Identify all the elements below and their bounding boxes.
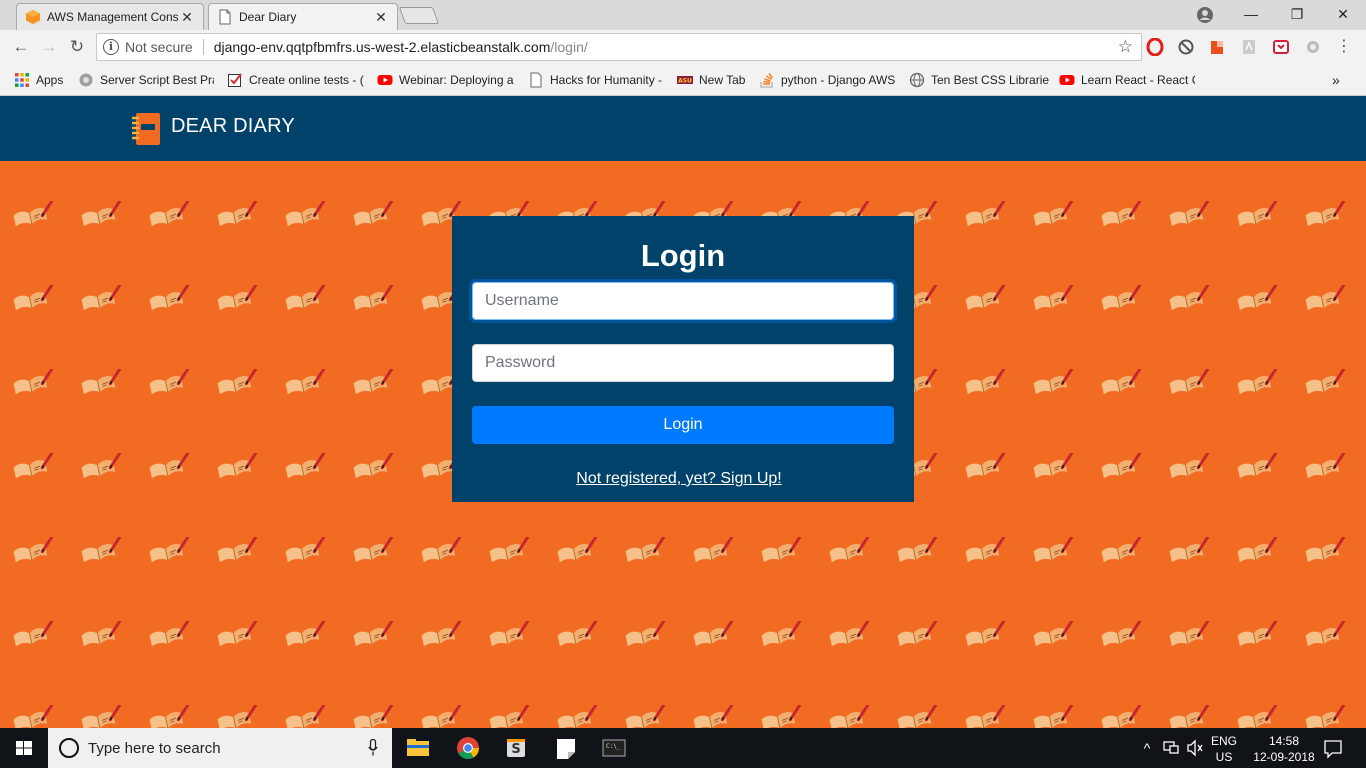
tray-chevron-icon[interactable]: ^	[1138, 728, 1156, 768]
aws-cube-icon	[26, 10, 40, 24]
bookmark-label: New Tab	[699, 73, 746, 87]
svg-text:ASU: ASU	[678, 78, 692, 85]
diary-notebook-icon[interactable]	[132, 112, 162, 146]
office-icon[interactable]	[1208, 38, 1226, 56]
new-tab-button[interactable]	[398, 7, 440, 24]
file-explorer-icon[interactable]	[394, 728, 442, 768]
pocket-icon[interactable]	[1272, 38, 1290, 56]
youtube-icon	[1059, 75, 1075, 85]
volume-muted-icon[interactable]	[1186, 728, 1204, 768]
tab-title: AWS Management Conso	[47, 10, 179, 24]
sublime-text-icon[interactable]: S	[492, 728, 540, 768]
terminal-icon[interactable]: C:\_	[590, 728, 638, 768]
chrome-icon[interactable]	[444, 728, 492, 768]
close-window-button[interactable]: ✕	[1320, 4, 1366, 26]
menu-kebab-icon[interactable]: ⋮	[1336, 36, 1352, 56]
apps-grid-icon	[15, 73, 29, 87]
login-title: Login	[640, 238, 726, 273]
language-code: ENG	[1210, 734, 1237, 748]
username-input[interactable]	[472, 282, 894, 320]
block-icon[interactable]	[1177, 38, 1195, 56]
bookmark-label: Create online tests - (	[249, 73, 364, 87]
info-icon[interactable]: i	[103, 39, 119, 55]
tab-aws-console[interactable]: AWS Management Conso ✕	[16, 3, 204, 30]
browser-toolbar: ← → ↻ i Not secure django-env.qqtpfbmfrs…	[0, 30, 1366, 64]
globe-icon	[79, 73, 93, 87]
back-arrow-icon[interactable]: ←	[10, 36, 32, 58]
clock[interactable]: 14:58 12-09-2018	[1246, 728, 1322, 768]
svg-text:C:\_: C:\_	[606, 743, 621, 750]
bookmarks-bar: Apps Server Script Best Pra Create onlin…	[0, 64, 1366, 96]
bookmark-label: Learn React - React C	[1081, 73, 1195, 87]
url-path: /login/	[550, 39, 588, 55]
windows-start-icon[interactable]	[0, 728, 48, 768]
bookmark-online-tests[interactable]: Create online tests - (	[227, 71, 367, 89]
divider	[202, 39, 204, 55]
login-card: Login Login Not registered, yet? Sign Up…	[452, 216, 914, 502]
microphone-icon[interactable]	[368, 739, 378, 756]
site-header: DEAR DIARY	[0, 96, 1366, 161]
windows-taskbar: Type here to search S C:\_ ^ ENG US 14:5…	[0, 728, 1366, 768]
tab-dear-diary[interactable]: Dear Diary ✕	[208, 3, 398, 30]
signup-link[interactable]: Not registered, yet? Sign Up!	[452, 470, 906, 488]
bookmark-label: Hacks for Humanity -	[550, 73, 663, 87]
maximize-button[interactable]: ❐	[1274, 4, 1320, 26]
checkbox-icon	[228, 73, 242, 87]
bookmark-star-icon[interactable]: ☆	[1118, 37, 1133, 57]
password-input[interactable]	[472, 344, 894, 382]
bookmark-server-script[interactable]: Server Script Best Pra	[78, 71, 214, 89]
clock-time: 14:58	[1268, 734, 1300, 748]
pdf-icon[interactable]	[1240, 38, 1258, 56]
profile-icon[interactable]	[1196, 6, 1214, 24]
web-page: DEAR DIARY Login Login Not registered, y…	[0, 96, 1366, 728]
forward-arrow-icon[interactable]: →	[38, 36, 60, 58]
opera-icon[interactable]	[1146, 38, 1164, 56]
tab-title: Dear Diary	[239, 10, 297, 24]
reload-icon[interactable]: ↻	[66, 36, 88, 58]
taskbar-search[interactable]: Type here to search	[48, 728, 392, 768]
bookmark-label: python - Django AWS	[781, 73, 896, 87]
bookmark-label: Apps	[36, 73, 64, 87]
sticky-notes-icon[interactable]	[542, 728, 590, 768]
address-bar[interactable]: i Not secure django-env.qqtpfbmfrs.us-we…	[96, 33, 1142, 61]
svg-text:S: S	[511, 742, 520, 757]
close-tab-icon[interactable]: ✕	[373, 9, 389, 26]
bookmark-learn-react[interactable]: Learn React - React C	[1059, 71, 1195, 89]
close-tab-icon[interactable]: ✕	[179, 9, 195, 26]
url-host: django-env.qqtpfbmfrs.us-west-2.elasticb…	[213, 39, 551, 55]
bookmark-apps[interactable]: Apps	[14, 71, 74, 89]
site-brand[interactable]: DEAR DIARY	[171, 115, 295, 138]
youtube-icon	[377, 75, 393, 85]
clock-date: 12-09-2018	[1253, 750, 1315, 764]
region-code: US	[1215, 750, 1233, 764]
globe-icon	[909, 72, 925, 88]
page-icon	[530, 72, 542, 88]
bookmark-python-django[interactable]: python - Django AWS	[759, 71, 897, 89]
network-icon[interactable]	[1162, 728, 1180, 768]
minimize-button[interactable]: —	[1228, 4, 1274, 26]
bookmark-webinar[interactable]: Webinar: Deploying a	[377, 71, 517, 89]
security-indicator[interactable]: Not secure	[125, 39, 193, 55]
tab-strip: AWS Management Conso ✕ Dear Diary ✕ — ❐ …	[0, 0, 1366, 30]
stackoverflow-icon	[760, 73, 774, 88]
bookmark-new-tab[interactable]: ASU New Tab	[677, 71, 753, 89]
notifications-icon[interactable]	[1322, 728, 1344, 768]
bookmark-hacks-humanity[interactable]: Hacks for Humanity -	[528, 71, 668, 89]
login-button[interactable]: Login	[472, 406, 894, 444]
bookmark-label: Webinar: Deploying a	[399, 73, 514, 87]
bookmark-label: Server Script Best Pra	[100, 73, 214, 87]
bookmark-label: Ten Best CSS Libraries	[931, 73, 1049, 87]
bookmarks-overflow-icon[interactable]: »	[1332, 71, 1346, 89]
page-icon	[219, 9, 231, 25]
taskbar-search-placeholder: Type here to search	[88, 739, 221, 757]
cortana-icon	[59, 738, 79, 758]
asu-icon: ASU	[677, 76, 693, 85]
bookmark-css-libraries[interactable]: Ten Best CSS Libraries	[909, 71, 1049, 89]
language-indicator[interactable]: ENG US	[1206, 728, 1242, 768]
extension-icon[interactable]	[1304, 38, 1322, 56]
